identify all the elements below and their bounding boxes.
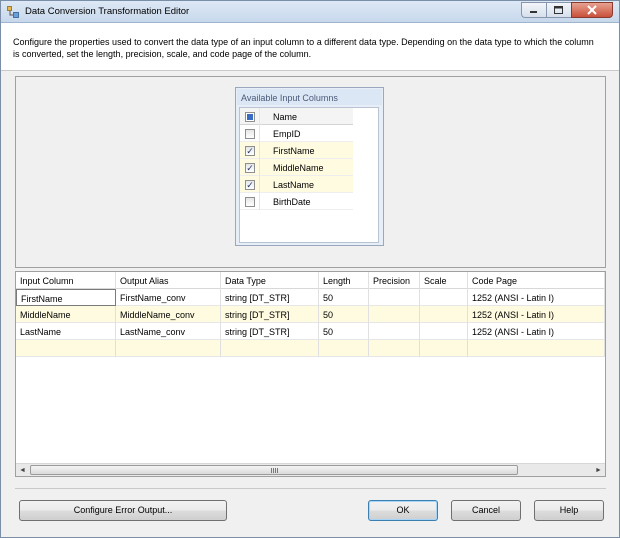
column-name: EmpID — [273, 129, 301, 139]
checkmark-icon: ✓ — [246, 163, 254, 173]
available-column-row[interactable]: ✓ LastName — [240, 176, 353, 193]
scale-cell[interactable] — [420, 323, 468, 340]
table-row[interactable]: FirstName FirstName_conv string [DT_STR] 50… — [16, 289, 605, 306]
ok-button[interactable]: OK — [368, 500, 438, 521]
scroll-left-icon[interactable]: ◄ — [18, 466, 27, 475]
precision-cell[interactable] — [369, 289, 420, 306]
scale-cell[interactable] — [420, 340, 468, 357]
precision-cell[interactable] — [369, 340, 420, 357]
data-type-header[interactable]: Data Type — [221, 272, 319, 289]
input-column-cell[interactable]: FirstName — [16, 289, 116, 306]
column-checkbox[interactable] — [245, 129, 255, 139]
name-column-header: Name — [273, 112, 298, 122]
checkmark-icon: ✓ — [246, 180, 254, 190]
column-name: FirstName — [273, 146, 315, 156]
code-page-cell[interactable]: 1252 (ANSI - Latin I) — [468, 323, 605, 340]
available-input-columns-box[interactable]: Available Input Columns Name EmpID ✓ First… — [235, 87, 384, 246]
code-page-cell[interactable]: 1252 (ANSI - Latin I) — [468, 306, 605, 323]
ssis-transform-icon — [7, 6, 19, 18]
checkbox-cell — [240, 125, 260, 142]
precision-cell[interactable] — [369, 323, 420, 340]
conversion-grid[interactable]: Input Column Output Alias Data Type Length P… — [15, 271, 606, 477]
available-column-row[interactable]: BirthDate — [240, 193, 353, 210]
maximize-icon — [554, 6, 563, 14]
column-name: BirthDate — [273, 197, 311, 207]
precision-cell[interactable] — [369, 306, 420, 323]
data-type-cell[interactable]: string [DT_STR] — [221, 306, 319, 323]
length-cell[interactable] — [319, 340, 369, 357]
header-checkbox-cell — [240, 108, 260, 125]
checkbox-cell: ✓ — [240, 159, 260, 176]
output-alias-cell[interactable]: FirstName_conv — [116, 289, 221, 306]
input-column-cell[interactable]: MiddleName — [16, 306, 116, 323]
available-columns-header: Name — [240, 108, 353, 125]
checkbox-cell: ✓ — [240, 176, 260, 193]
grid-header-row: Input Column Output Alias Data Type Length P… — [16, 272, 605, 289]
description-line-2: is converted, set the length, precision,… — [13, 49, 312, 59]
column-checkbox[interactable]: ✓ — [245, 180, 255, 190]
window-controls — [521, 2, 613, 19]
scroll-right-icon[interactable]: ► — [594, 466, 603, 475]
column-name: MiddleName — [273, 163, 324, 173]
checkmark-icon: ✓ — [246, 146, 254, 156]
output-alias-cell[interactable]: LastName_conv — [116, 323, 221, 340]
length-header[interactable]: Length — [319, 272, 369, 289]
scale-cell[interactable] — [420, 289, 468, 306]
select-all-checkbox[interactable] — [245, 112, 255, 122]
code-page-header[interactable]: Code Page — [468, 272, 605, 289]
available-columns-title: Available Input Columns — [237, 89, 382, 105]
column-checkbox[interactable]: ✓ — [245, 163, 255, 173]
input-column-header[interactable]: Input Column — [16, 272, 116, 289]
maximize-button[interactable] — [546, 2, 571, 18]
title-bar[interactable]: Data Conversion Transformation Editor — [1, 1, 619, 23]
description-line-1: Configure the properties used to convert… — [13, 37, 594, 47]
code-page-cell[interactable] — [468, 340, 605, 357]
output-alias-cell[interactable] — [116, 340, 221, 357]
precision-header[interactable]: Precision — [369, 272, 420, 289]
input-column-cell[interactable]: LastName — [16, 323, 116, 340]
output-alias-cell[interactable]: MiddleName_conv — [116, 306, 221, 323]
scale-cell[interactable] — [420, 306, 468, 323]
close-button[interactable] — [571, 2, 613, 18]
available-column-row[interactable]: ✓ FirstName — [240, 142, 353, 159]
new-row[interactable] — [16, 340, 605, 357]
minimize-button[interactable] — [521, 2, 546, 18]
window-title: Data Conversion Transformation Editor — [25, 6, 190, 17]
available-column-row[interactable]: ✓ MiddleName — [240, 159, 353, 176]
column-name: LastName — [273, 180, 315, 190]
length-cell[interactable]: 50 — [319, 323, 369, 340]
help-button[interactable]: Help — [534, 500, 604, 521]
select-all-indicator — [247, 114, 253, 120]
scroll-grip-icon — [271, 468, 279, 473]
scroll-thumb[interactable] — [30, 465, 518, 475]
cancel-button[interactable]: Cancel — [451, 500, 521, 521]
close-icon — [587, 5, 597, 15]
data-type-cell[interactable]: string [DT_STR] — [221, 323, 319, 340]
length-cell[interactable]: 50 — [319, 289, 369, 306]
column-checkbox[interactable]: ✓ — [245, 146, 255, 156]
editor-window: Data Conversion Transformation Editor Co… — [0, 0, 620, 538]
scale-header[interactable]: Scale — [420, 272, 468, 289]
data-type-cell[interactable]: string [DT_STR] — [221, 289, 319, 306]
available-columns-list: Name EmpID ✓ FirstName ✓ MiddleName ✓ LastName… — [239, 107, 379, 243]
button-separator — [15, 488, 606, 489]
horizontal-scrollbar[interactable]: ◄ ► — [16, 463, 605, 476]
checkbox-cell — [240, 193, 260, 210]
input-column-cell[interactable] — [16, 340, 116, 357]
table-row[interactable]: MiddleName MiddleName_conv string [DT_STR]… — [16, 306, 605, 323]
column-checkbox[interactable] — [245, 197, 255, 207]
configure-error-output-button[interactable]: Configure Error Output... — [19, 500, 227, 521]
output-alias-header[interactable]: Output Alias — [116, 272, 221, 289]
table-row[interactable]: LastName LastName_conv string [DT_STR] 50 12… — [16, 323, 605, 340]
code-page-cell[interactable]: 1252 (ANSI - Latin I) — [468, 289, 605, 306]
checkbox-cell: ✓ — [240, 142, 260, 159]
description-panel: Configure the properties used to convert… — [1, 23, 619, 71]
available-column-row[interactable]: EmpID — [240, 125, 353, 142]
minimize-icon — [530, 11, 537, 13]
length-cell[interactable]: 50 — [319, 306, 369, 323]
data-type-cell[interactable] — [221, 340, 319, 357]
